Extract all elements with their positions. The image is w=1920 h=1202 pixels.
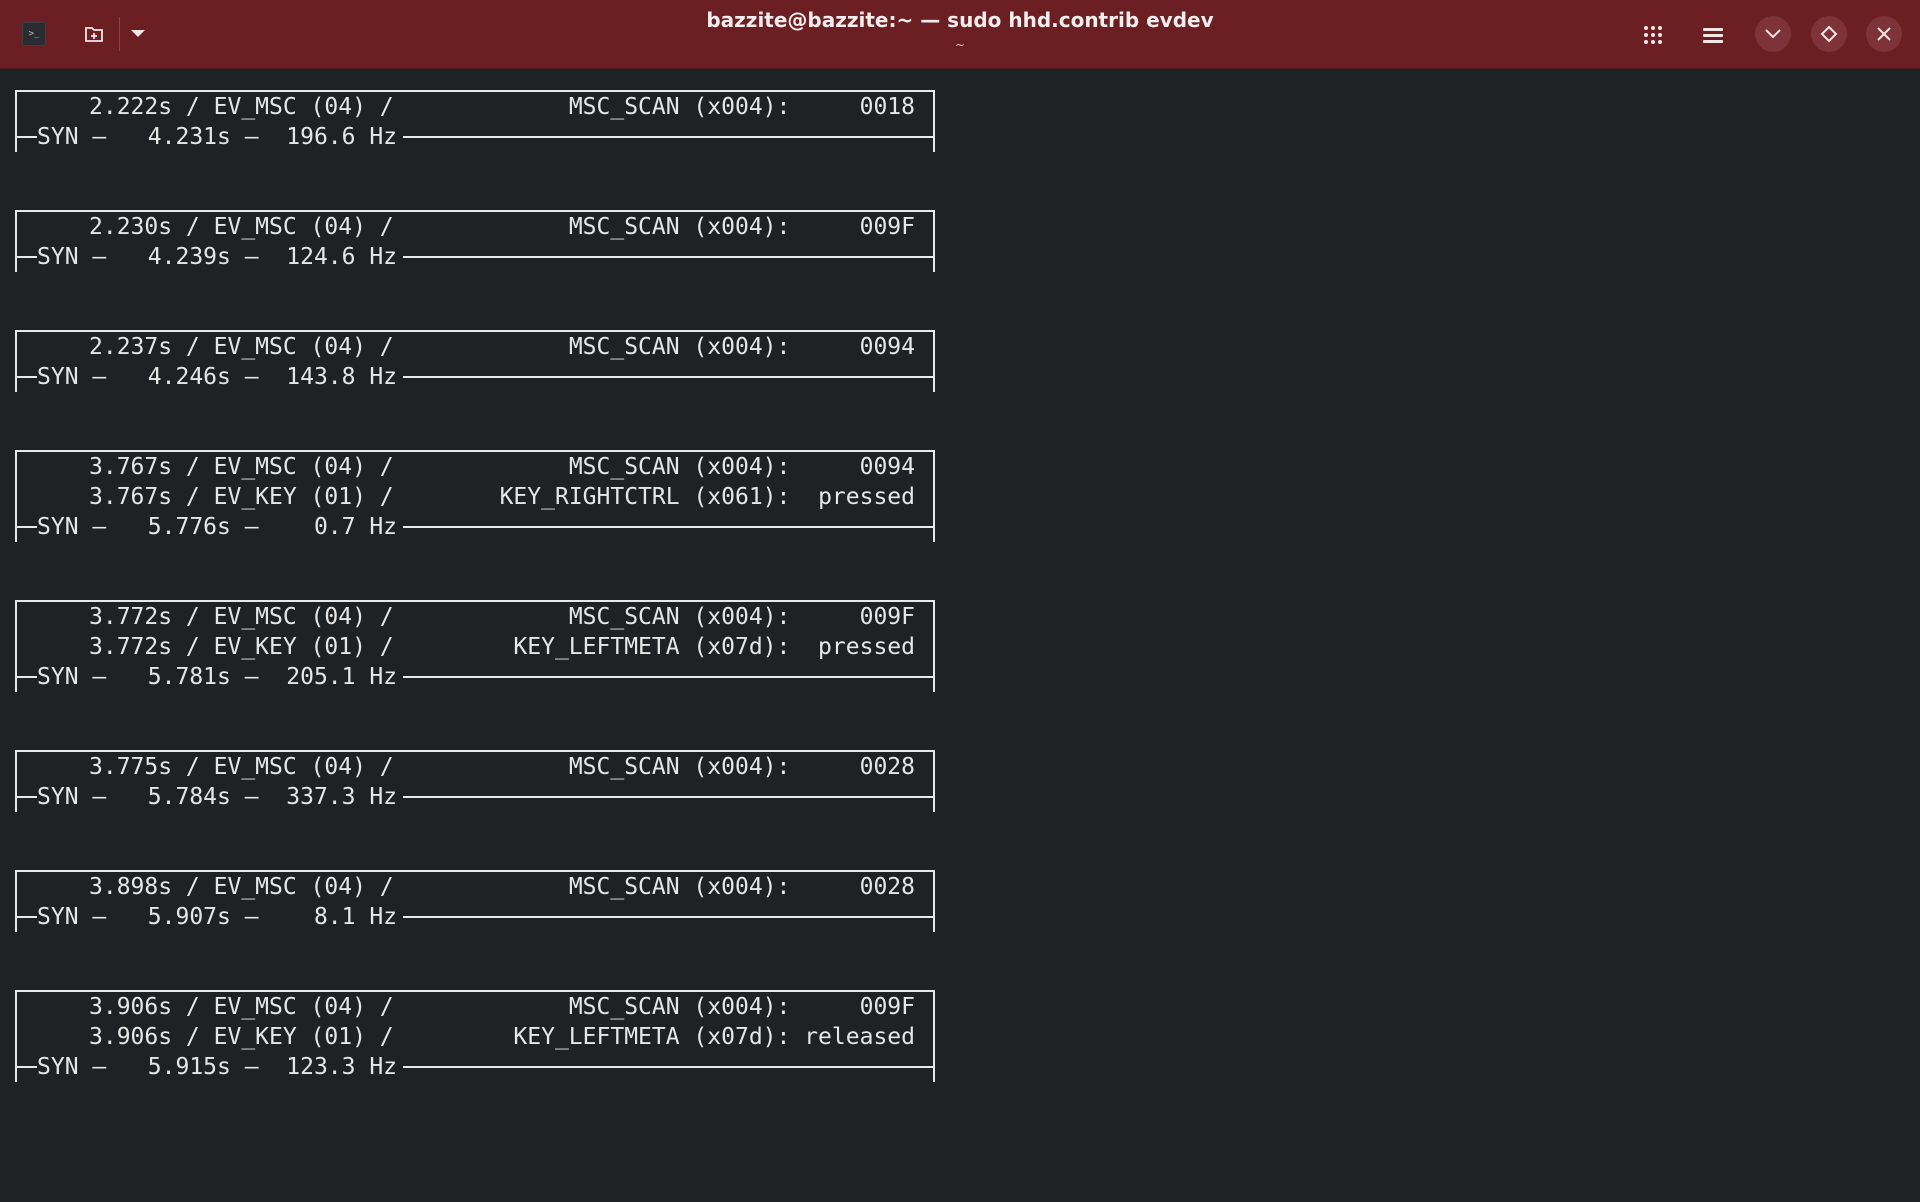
syn-row: SYN — 4.239s — 124.6 Hz xyxy=(15,242,935,272)
event-row: 3.772s / EV_KEY (01) / KEY_LEFTMETA (x07… xyxy=(17,632,933,662)
block-corner xyxy=(15,122,17,137)
event-value: KEY_RIGHTCTRL (x061): pressed xyxy=(499,484,915,510)
event-source: 3.767s / EV_KEY (01) / xyxy=(89,484,394,510)
event-source: 2.222s / EV_MSC (04) / xyxy=(89,94,394,120)
syn-row: SYN — 4.246s — 143.8 Hz xyxy=(15,362,935,392)
window-title: bazzite@bazzite:~ — sudo hhd.contrib evd… xyxy=(706,8,1214,32)
event-block: 3.775s / EV_MSC (04) / MSC_SCAN (x004): … xyxy=(15,750,935,812)
syn-label: SYN — 5.776s — 0.7 Hz xyxy=(37,512,404,542)
block-corner xyxy=(15,902,17,917)
event-value: MSC_SCAN (x004): 0094 xyxy=(568,454,915,480)
syn-row: SYN — 5.781s — 205.1 Hz xyxy=(15,662,935,692)
syn-row: SYN — 5.915s — 123.3 Hz xyxy=(15,1052,935,1082)
event-row: 2.230s / EV_MSC (04) / MSC_SCAN (x004): … xyxy=(17,212,933,242)
main-menu-button[interactable] xyxy=(1698,20,1728,50)
event-row: 3.906s / EV_MSC (04) / MSC_SCAN (x004): … xyxy=(17,992,933,1022)
event-block: 3.772s / EV_MSC (04) / MSC_SCAN (x004): … xyxy=(15,600,935,692)
block-corner xyxy=(15,1052,17,1067)
event-source: 3.772s / EV_MSC (04) / xyxy=(89,604,394,630)
block-corner xyxy=(15,362,17,377)
event-source: 3.898s / EV_MSC (04) / xyxy=(89,874,394,900)
event-value: MSC_SCAN (x004): 009F xyxy=(568,994,915,1020)
event-row: 3.767s / EV_KEY (01) / KEY_RIGHTCTRL (x0… xyxy=(17,482,933,512)
event-block: 2.237s / EV_MSC (04) / MSC_SCAN (x004): … xyxy=(15,330,935,392)
maximize-icon xyxy=(1820,25,1838,43)
syn-label: SYN — 5.784s — 337.3 Hz xyxy=(37,782,404,812)
event-value: MSC_SCAN (x004): 0028 xyxy=(568,874,915,900)
maximize-button[interactable] xyxy=(1811,16,1847,52)
event-value: MSC_SCAN (x004): 0028 xyxy=(568,754,915,780)
event-value: MSC_SCAN (x004): 0094 xyxy=(568,334,915,360)
event-source: 2.237s / EV_MSC (04) / xyxy=(89,334,394,360)
event-value: MSC_SCAN (x004): 009F xyxy=(568,604,915,630)
event-block: 3.906s / EV_MSC (04) / MSC_SCAN (x004): … xyxy=(15,990,935,1082)
event-block: 3.767s / EV_MSC (04) / MSC_SCAN (x004): … xyxy=(15,450,935,542)
event-source: 3.906s / EV_KEY (01) / xyxy=(89,1024,394,1050)
event-value: MSC_SCAN (x004): 0018 xyxy=(568,94,915,120)
terminal-output[interactable]: 2.222s / EV_MSC (04) / MSC_SCAN (x004): … xyxy=(0,70,1920,1125)
grid-icon xyxy=(1644,26,1662,44)
syn-row: SYN — 4.231s — 196.6 Hz xyxy=(15,122,935,152)
close-button[interactable] xyxy=(1866,16,1902,52)
event-source: 3.775s / EV_MSC (04) / xyxy=(89,754,394,780)
window-subtitle: ~ xyxy=(954,38,966,52)
app-grid-button[interactable] xyxy=(1638,20,1668,50)
block-corner xyxy=(15,662,17,677)
syn-label: SYN — 4.231s — 196.6 Hz xyxy=(37,122,404,152)
event-block: 2.222s / EV_MSC (04) / MSC_SCAN (x004): … xyxy=(15,90,935,152)
syn-label: SYN — 5.915s — 123.3 Hz xyxy=(37,1052,404,1082)
close-icon xyxy=(1877,27,1891,41)
event-source: 3.906s / EV_MSC (04) / xyxy=(89,994,394,1020)
syn-label: SYN — 4.239s — 124.6 Hz xyxy=(37,242,404,272)
block-corner xyxy=(15,782,17,797)
minimize-icon xyxy=(1765,29,1781,39)
event-block: 2.230s / EV_MSC (04) / MSC_SCAN (x004): … xyxy=(15,210,935,272)
syn-row: SYN — 5.907s — 8.1 Hz xyxy=(15,902,935,932)
event-source: 3.772s / EV_KEY (01) / xyxy=(89,634,394,660)
event-block: 3.898s / EV_MSC (04) / MSC_SCAN (x004): … xyxy=(15,870,935,932)
syn-label: SYN — 4.246s — 143.8 Hz xyxy=(37,362,404,392)
syn-label: SYN — 5.907s — 8.1 Hz xyxy=(37,902,404,932)
event-row: 3.898s / EV_MSC (04) / MSC_SCAN (x004): … xyxy=(17,872,933,902)
event-source: 3.767s / EV_MSC (04) / xyxy=(89,454,394,480)
syn-label: SYN — 5.781s — 205.1 Hz xyxy=(37,662,404,692)
event-row: 2.237s / EV_MSC (04) / MSC_SCAN (x004): … xyxy=(17,332,933,362)
event-value: KEY_LEFTMETA (x07d): pressed xyxy=(513,634,915,660)
event-row: 3.767s / EV_MSC (04) / MSC_SCAN (x004): … xyxy=(17,452,933,482)
event-row: 3.772s / EV_MSC (04) / MSC_SCAN (x004): … xyxy=(17,602,933,632)
event-value: KEY_LEFTMETA (x07d): released xyxy=(513,1024,915,1050)
block-corner xyxy=(15,242,17,257)
minimize-button[interactable] xyxy=(1755,16,1791,52)
event-row: 3.906s / EV_KEY (01) / KEY_LEFTMETA (x07… xyxy=(17,1022,933,1052)
hamburger-menu-icon xyxy=(1703,28,1723,43)
syn-row: SYN — 5.776s — 0.7 Hz xyxy=(15,512,935,542)
event-row: 2.222s / EV_MSC (04) / MSC_SCAN (x004): … xyxy=(17,92,933,122)
syn-row: SYN — 5.784s — 337.3 Hz xyxy=(15,782,935,812)
event-value: MSC_SCAN (x004): 009F xyxy=(568,214,915,240)
event-row: 3.775s / EV_MSC (04) / MSC_SCAN (x004): … xyxy=(17,752,933,782)
block-corner xyxy=(15,512,17,527)
title-bar: >_ bazzite@bazzite:~ — sudo hhd.contrib … xyxy=(0,0,1920,69)
event-source: 2.230s / EV_MSC (04) / xyxy=(89,214,394,240)
